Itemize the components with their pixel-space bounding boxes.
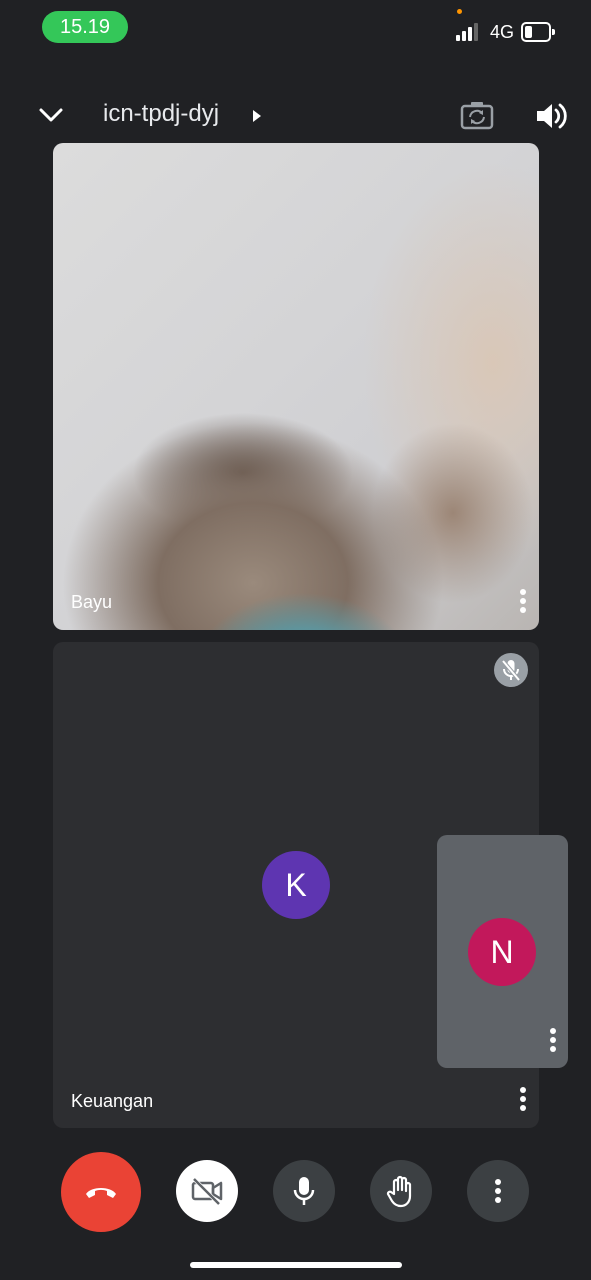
self-view-tile[interactable]: N bbox=[437, 835, 568, 1068]
participant-tile-bayu[interactable]: Bayu bbox=[53, 143, 539, 630]
microphone-icon bbox=[293, 1177, 315, 1205]
collapse-button[interactable] bbox=[34, 98, 68, 132]
speaker-volume-icon bbox=[537, 103, 567, 129]
audio-output-button[interactable] bbox=[533, 98, 569, 134]
battery-icon bbox=[521, 22, 555, 42]
muted-badge bbox=[494, 653, 528, 687]
switch-camera-icon bbox=[460, 102, 494, 130]
self-view-options-button[interactable] bbox=[543, 1025, 563, 1055]
participant-options-button[interactable] bbox=[513, 586, 533, 616]
microphone-button[interactable] bbox=[273, 1160, 335, 1222]
raise-hand-icon bbox=[386, 1175, 412, 1208]
meeting-code[interactable]: icn-tpdj-dyj bbox=[103, 100, 219, 128]
mic-off-icon bbox=[501, 659, 521, 682]
participant-video bbox=[53, 143, 539, 630]
switch-camera-button[interactable] bbox=[458, 98, 496, 134]
meeting-details-arrow-icon[interactable] bbox=[250, 106, 264, 126]
participant-name: Bayu bbox=[71, 592, 113, 612]
participant-options-button[interactable] bbox=[513, 1084, 533, 1114]
signal-strength-icon bbox=[456, 23, 482, 41]
more-options-icon bbox=[495, 1179, 501, 1185]
home-indicator[interactable] bbox=[190, 1262, 402, 1268]
camera-toggle-button[interactable] bbox=[176, 1160, 238, 1222]
raise-hand-button[interactable] bbox=[370, 1160, 432, 1222]
avatar: K bbox=[262, 851, 330, 919]
call-header: icn-tpdj-dyj bbox=[0, 88, 591, 144]
self-avatar: N bbox=[468, 918, 536, 986]
network-type: 4G bbox=[490, 22, 515, 42]
chevron-down-icon bbox=[39, 108, 63, 122]
privacy-indicator-dot bbox=[457, 9, 462, 14]
end-call-icon bbox=[86, 1188, 116, 1198]
status-bar: 15.19 4G bbox=[0, 0, 591, 56]
participant-name: Keuangan bbox=[71, 1091, 154, 1111]
camera-off-icon bbox=[191, 1177, 223, 1206]
end-call-button[interactable] bbox=[61, 1152, 141, 1232]
status-time: 15.19 bbox=[42, 11, 128, 43]
more-options-button[interactable] bbox=[467, 1160, 529, 1222]
